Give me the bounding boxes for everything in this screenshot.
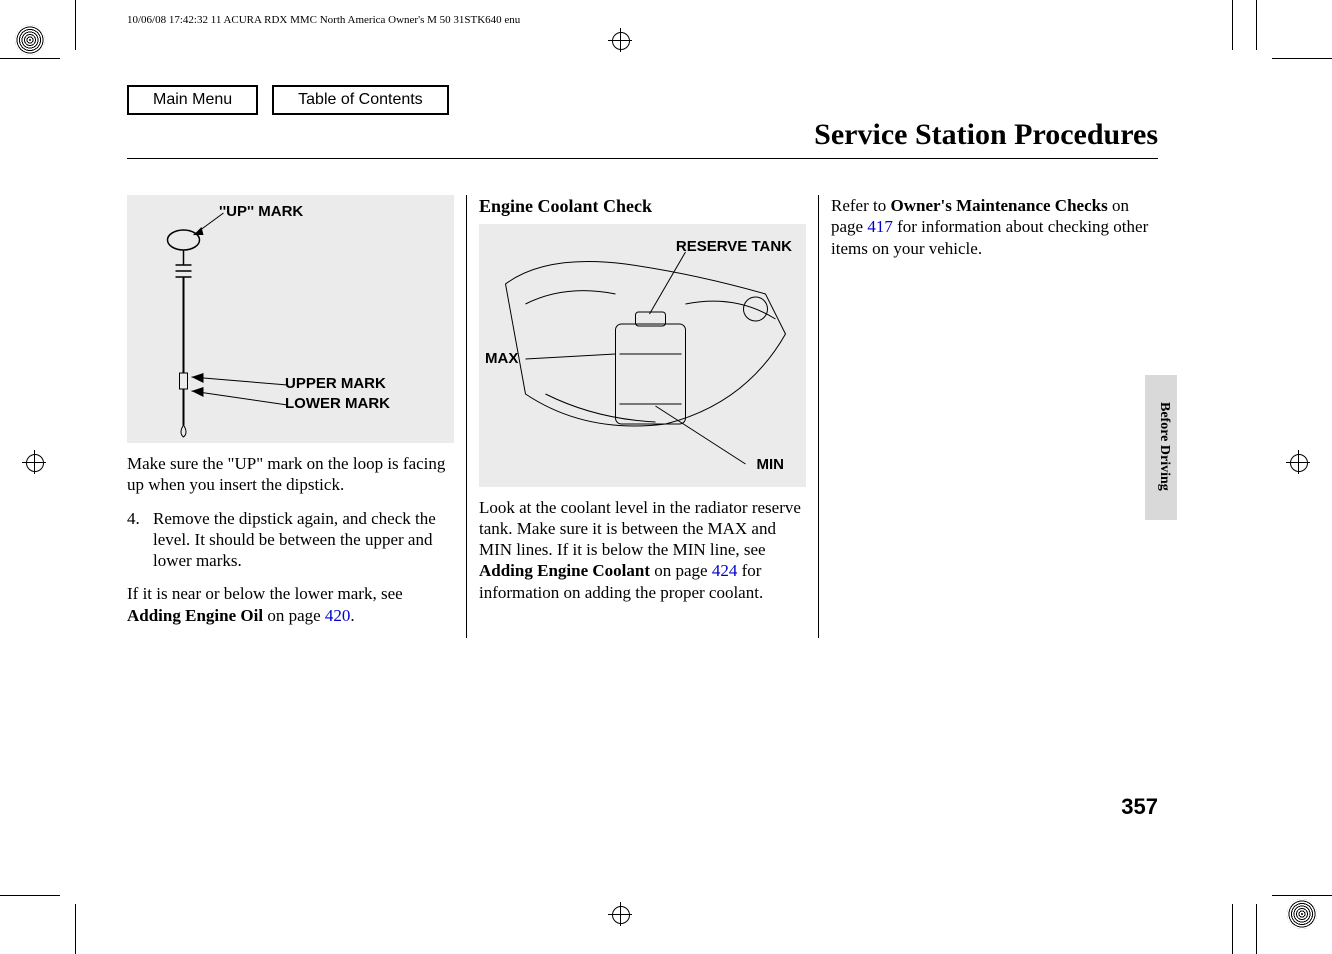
text-fragment: Look at the coolant level in the radiato…: [479, 498, 801, 560]
crop-mark: [1232, 904, 1233, 954]
crop-mark: [0, 58, 60, 59]
dipstick-instruction: Make sure the "UP" mark on the loop is f…: [127, 453, 454, 496]
up-mark-label: ''UP'' MARK: [219, 203, 303, 222]
title-rule: [127, 158, 1158, 159]
crop-mark: [75, 904, 76, 954]
table-of-contents-button[interactable]: Table of Contents: [272, 85, 449, 115]
column-2: Engine Coolant Check RESERVE TANK MAX MI…: [466, 195, 819, 638]
engine-coolant-heading: Engine Coolant Check: [479, 195, 806, 218]
owners-maintenance-ref: Owner's Maintenance Checks: [890, 196, 1107, 215]
column-3: Refer to Owner's Maintenance Checks on p…: [819, 195, 1158, 638]
oil-low-note: If it is near or below the lower mark, s…: [127, 583, 454, 626]
min-label: MIN: [757, 456, 785, 475]
coolant-illustration: [479, 224, 806, 487]
text-fragment: If it is near or below the lower mark, s…: [127, 584, 403, 603]
section-label: Before Driving: [1156, 402, 1172, 491]
registration-mark-icon: [608, 902, 632, 926]
registration-mark-icon: [22, 450, 46, 474]
adding-engine-oil-ref: Adding Engine Oil: [127, 606, 263, 625]
text-fragment: Refer to: [831, 196, 890, 215]
coolant-instruction: Look at the coolant level in the radiato…: [479, 497, 806, 603]
reserve-tank-label: RESERVE TANK: [676, 238, 792, 257]
text-fragment: on page: [263, 606, 325, 625]
upper-mark-label: UPPER MARK: [285, 375, 386, 394]
page-number: 357: [1121, 794, 1158, 820]
page-title: Service Station Procedures: [814, 118, 1158, 152]
main-menu-button[interactable]: Main Menu: [127, 85, 258, 115]
max-label: MAX: [485, 350, 518, 369]
maintenance-checks-note: Refer to Owner's Maintenance Checks on p…: [831, 195, 1158, 259]
crop-mark: [0, 895, 60, 896]
nav-buttons: Main Menu Table of Contents: [127, 85, 449, 115]
crop-mark: [75, 0, 76, 50]
adding-engine-coolant-ref: Adding Engine Coolant: [479, 561, 650, 580]
coolant-figure: RESERVE TANK MAX MIN: [479, 224, 806, 487]
text-fragment: on page: [650, 561, 712, 580]
crop-mark: [1272, 58, 1332, 59]
crop-mark: [1256, 904, 1257, 954]
registration-mark-icon: [1286, 450, 1310, 474]
registration-mark-icon: [608, 28, 632, 52]
swirl-mark-icon: [15, 25, 45, 55]
page-417-link[interactable]: 417: [867, 217, 893, 236]
text-fragment: .: [350, 606, 354, 625]
step-4: 4. Remove the dipstick again, and check …: [127, 508, 454, 572]
column-1: ''UP'' MARK UPPER MARK LOWER MARK Make s…: [127, 195, 466, 638]
dipstick-figure: ''UP'' MARK UPPER MARK LOWER MARK: [127, 195, 454, 443]
content-columns: ''UP'' MARK UPPER MARK LOWER MARK Make s…: [127, 195, 1158, 638]
page-424-link[interactable]: 424: [712, 561, 738, 580]
header-metadata: 10/06/08 17:42:32 11 ACURA RDX MMC North…: [127, 14, 520, 26]
step-text: Remove the dipstick again, and check the…: [153, 508, 454, 572]
step-number: 4.: [127, 508, 153, 572]
crop-mark: [1256, 0, 1257, 50]
page-420-link[interactable]: 420: [325, 606, 351, 625]
crop-mark: [1232, 0, 1233, 50]
crop-mark: [1272, 895, 1332, 896]
swirl-mark-icon: [1287, 899, 1317, 929]
lower-mark-label: LOWER MARK: [285, 395, 390, 414]
